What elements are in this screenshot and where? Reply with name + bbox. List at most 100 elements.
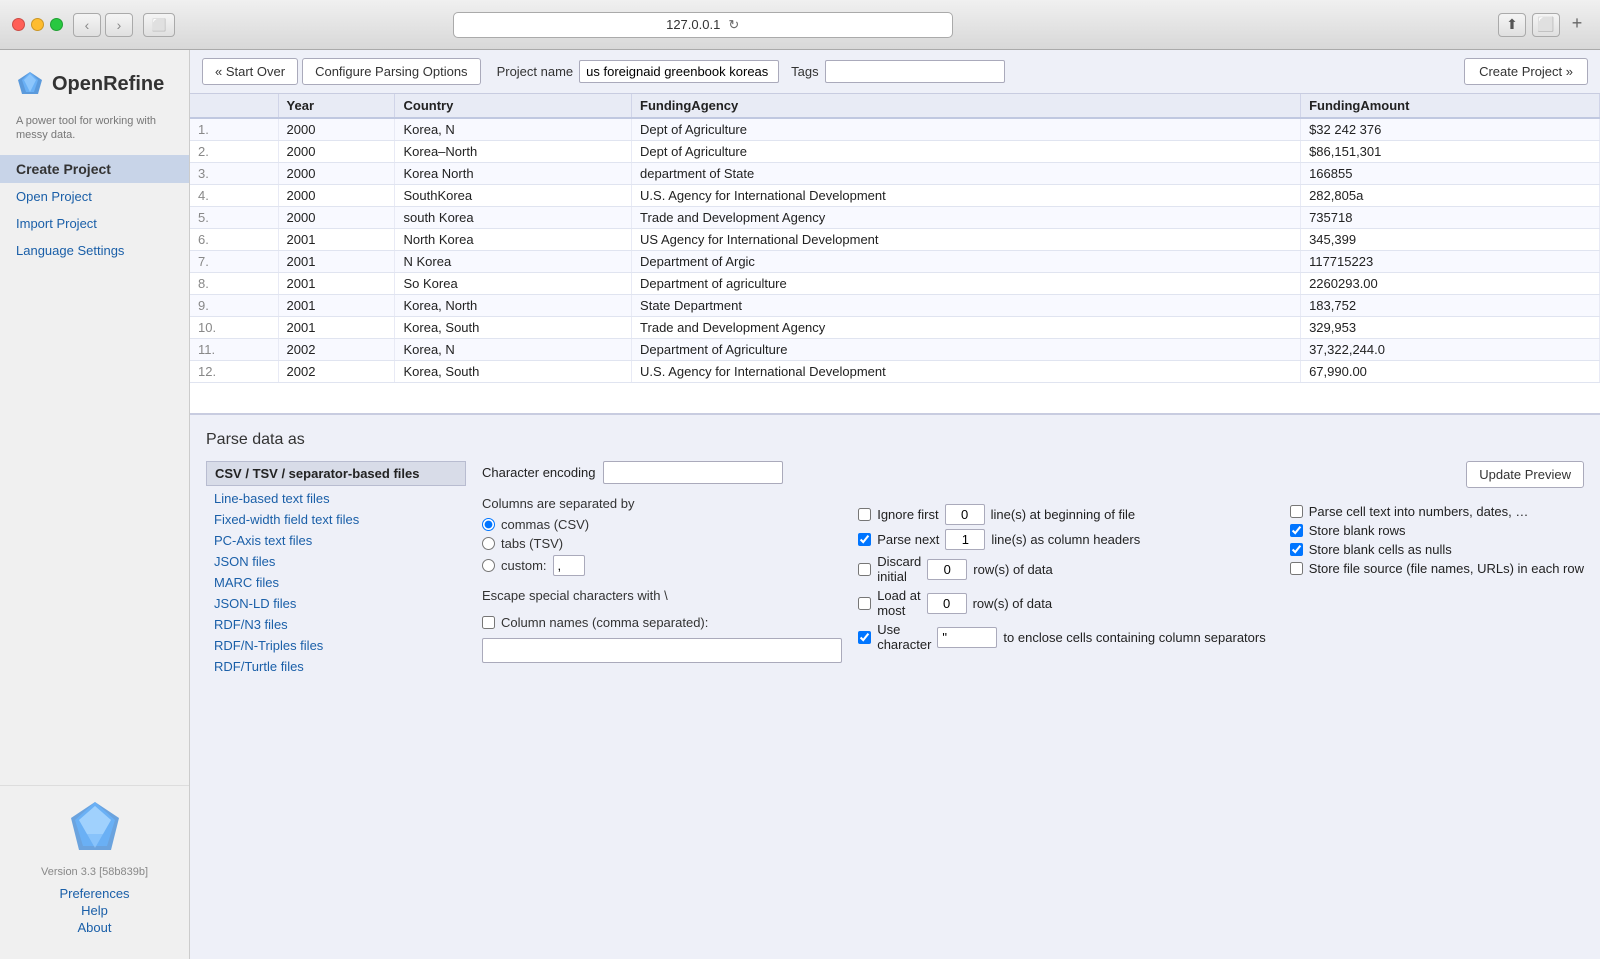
minimize-button[interactable] xyxy=(31,18,44,31)
radio-commas-input[interactable] xyxy=(482,518,495,531)
start-over-button[interactable]: « Start Over xyxy=(202,58,298,85)
address-text: 127.0.0.1 xyxy=(666,17,720,32)
sidebar-diamond-icon xyxy=(0,798,189,858)
table-cell: 2000 xyxy=(278,163,395,185)
ignore-first-checkbox[interactable] xyxy=(858,508,871,521)
table-cell: 2001 xyxy=(278,229,395,251)
configure-parsing-button[interactable]: Configure Parsing Options xyxy=(302,58,480,85)
address-bar[interactable]: 127.0.0.1 ↻ xyxy=(453,12,953,38)
separator-label: Columns are separated by xyxy=(482,496,842,511)
parse-layout: CSV / TSV / separator-based files Line-b… xyxy=(206,461,1584,677)
share-button[interactable]: ⬆ xyxy=(1498,13,1526,37)
help-link[interactable]: Help xyxy=(0,903,189,918)
ignore-first-input[interactable] xyxy=(945,504,985,525)
discard-initial-suffix: row(s) of data xyxy=(973,562,1052,577)
load-at-most-label: Load atmost xyxy=(877,588,920,618)
use-character-checkbox[interactable] xyxy=(858,631,871,644)
store-blank-cells-checkbox[interactable] xyxy=(1290,543,1303,556)
parse-next-suffix: line(s) as column headers xyxy=(991,532,1140,547)
store-blank-rows-row: Store blank rows xyxy=(1290,523,1584,538)
add-tab-button[interactable]: + xyxy=(1566,13,1588,35)
load-at-most-suffix: row(s) of data xyxy=(973,596,1052,611)
sidebar-item-open-project[interactable]: Open Project xyxy=(0,183,189,210)
maximize-button[interactable] xyxy=(50,18,63,31)
data-preview-area: Year Country FundingAgency FundingAmount… xyxy=(190,94,1600,414)
sidebar-item-create-project[interactable]: Create Project xyxy=(0,155,189,183)
parse-next-checkbox[interactable] xyxy=(858,533,871,546)
store-file-source-checkbox[interactable] xyxy=(1290,562,1303,575)
radio-custom-input[interactable] xyxy=(482,559,495,572)
preferences-link[interactable]: Preferences xyxy=(0,886,189,901)
reload-icon[interactable]: ↻ xyxy=(728,17,739,33)
table-row: 11.2002Korea, NDepartment of Agriculture… xyxy=(190,339,1600,361)
back-button[interactable]: ‹ xyxy=(73,13,101,37)
update-preview-button[interactable]: Update Preview xyxy=(1466,461,1584,488)
traffic-lights xyxy=(12,18,63,31)
parse-file-type-link[interactable]: JSON-LD files xyxy=(206,593,466,614)
table-cell: U.S. Agency for International Developmen… xyxy=(632,361,1301,383)
parse-next-input[interactable] xyxy=(945,529,985,550)
parse-cell-checkbox[interactable] xyxy=(1290,505,1303,518)
use-character-input[interactable] xyxy=(937,627,997,648)
parse-file-types: CSV / TSV / separator-based files Line-b… xyxy=(206,461,466,677)
version-text: Version 3.3 [58b839b] xyxy=(0,866,189,878)
table-cell: Department of Agriculture xyxy=(632,339,1301,361)
table-cell: 2000 xyxy=(278,141,395,163)
close-button[interactable] xyxy=(12,18,25,31)
col-names-checkbox[interactable] xyxy=(482,616,495,629)
about-link[interactable]: About xyxy=(0,920,189,935)
parse-file-type-link[interactable]: RDF/N3 files xyxy=(206,614,466,635)
data-table: Year Country FundingAgency FundingAmount… xyxy=(190,94,1600,383)
discard-initial-checkbox[interactable] xyxy=(858,563,871,576)
radio-tabs-input[interactable] xyxy=(482,537,495,550)
table-cell: Trade and Development Agency xyxy=(632,317,1301,339)
row-num: 4. xyxy=(190,185,278,207)
load-at-most-input[interactable] xyxy=(927,593,967,614)
table-cell: 735718 xyxy=(1301,207,1600,229)
parse-file-type-link[interactable]: PC-Axis text files xyxy=(206,530,466,551)
store-blank-cells-row: Store blank cells as nulls xyxy=(1290,542,1584,557)
parse-file-type-link[interactable]: RDF/N-Triples files xyxy=(206,635,466,656)
col-names-row: Column names (comma separated): xyxy=(482,615,842,663)
discard-initial-input[interactable] xyxy=(927,559,967,580)
load-at-most-row: Load atmost row(s) of data xyxy=(858,588,1266,618)
sidebar-item-import-project[interactable]: Import Project xyxy=(0,210,189,237)
sidebar-toggle[interactable]: ⬜ xyxy=(143,13,175,37)
create-project-button[interactable]: Create Project » xyxy=(1464,58,1588,85)
parse-file-type-link[interactable]: MARC files xyxy=(206,572,466,593)
table-cell: N Korea xyxy=(395,251,632,273)
table-cell: North Korea xyxy=(395,229,632,251)
radio-custom: custom: xyxy=(482,555,842,576)
table-row: 10.2001Korea, SouthTrade and Development… xyxy=(190,317,1600,339)
col-header-country: Country xyxy=(395,94,632,118)
store-blank-rows-checkbox[interactable] xyxy=(1290,524,1303,537)
table-row: 3.2000Korea Northdepartment of State1668… xyxy=(190,163,1600,185)
parse-file-type-link[interactable]: JSON files xyxy=(206,551,466,572)
project-name-input[interactable] xyxy=(579,60,779,83)
parse-file-type-link[interactable]: Line-based text files xyxy=(206,488,466,509)
table-header-row: Year Country FundingAgency FundingAmount xyxy=(190,94,1600,118)
col-names-input[interactable] xyxy=(482,638,842,663)
table-body: 1.2000Korea, NDept of Agriculture$32 242… xyxy=(190,118,1600,383)
tags-input[interactable] xyxy=(825,60,1005,83)
table-row: 12.2002Korea, SouthU.S. Agency for Inter… xyxy=(190,361,1600,383)
table-row: 2.2000Korea–NorthDept of Agriculture$86,… xyxy=(190,141,1600,163)
table-cell: State Department xyxy=(632,295,1301,317)
project-name-label: Project name xyxy=(497,64,574,79)
options-col2: Parse cell text into numbers, dates, … S… xyxy=(1290,504,1584,652)
logo-diamond-icon xyxy=(16,70,44,98)
char-encoding-input[interactable] xyxy=(603,461,783,484)
custom-separator-input[interactable] xyxy=(553,555,585,576)
duplicate-button[interactable]: ⬜ xyxy=(1532,13,1560,37)
table-cell: SouthKorea xyxy=(395,185,632,207)
parse-file-type-link[interactable]: RDF/Turtle files xyxy=(206,656,466,677)
sidebar-item-language-settings[interactable]: Language Settings xyxy=(0,237,189,264)
app-tagline: A power tool for working with messy data… xyxy=(0,114,189,155)
load-at-most-checkbox[interactable] xyxy=(858,597,871,610)
parse-file-type-link[interactable]: Fixed-width field text files xyxy=(206,509,466,530)
forward-button[interactable]: › xyxy=(105,13,133,37)
table-cell: 2260293.00 xyxy=(1301,273,1600,295)
table-row: 8.2001So KoreaDepartment of agriculture2… xyxy=(190,273,1600,295)
options-col1: Ignore first line(s) at beginning of fil… xyxy=(858,504,1266,652)
table-row: 1.2000Korea, NDept of Agriculture$32 242… xyxy=(190,118,1600,141)
